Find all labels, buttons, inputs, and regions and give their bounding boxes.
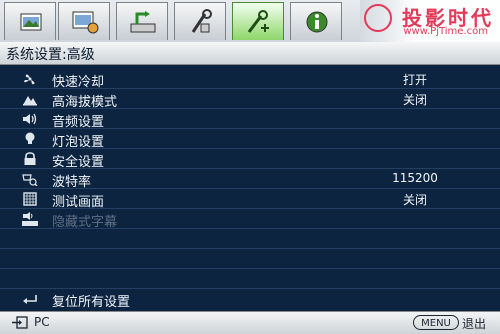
settings-menu: 快速冷却 打开 高海拔模式 关闭 音频设置 灯泡设置 安全设置 波特率 1152… bbox=[0, 65, 500, 311]
menu-item-label: 高海拔模式 bbox=[52, 95, 118, 110]
menu-item-value: 115200 bbox=[392, 171, 438, 185]
menu-item-high-altitude[interactable]: 高海拔模式 关闭 bbox=[0, 89, 500, 110]
watermark-url: www.PjTime.com bbox=[403, 26, 488, 37]
closed-caption-icon bbox=[22, 212, 38, 226]
tab-picture[interactable] bbox=[4, 2, 56, 40]
tab-picture-advanced[interactable] bbox=[58, 2, 110, 40]
source-icon bbox=[130, 11, 156, 33]
menu-item-lamp-settings[interactable]: 灯泡设置 bbox=[0, 129, 500, 150]
serial-port-icon bbox=[22, 174, 38, 186]
menu-item-quick-cooling[interactable]: 快速冷却 打开 bbox=[0, 69, 500, 90]
watermark-logo: 投影时代 www.PjTime.com bbox=[360, 0, 500, 42]
menu-item-value: 关闭 bbox=[402, 93, 427, 107]
mountain-icon bbox=[23, 96, 37, 106]
menu-item-security-settings[interactable]: 安全设置 bbox=[0, 149, 500, 170]
lock-icon bbox=[24, 152, 36, 165]
tab-bar: 投影时代 www.PjTime.com bbox=[0, 0, 500, 42]
menu-item-audio-settings[interactable]: 音频设置 bbox=[0, 109, 500, 130]
menu-empty-row bbox=[0, 269, 500, 289]
tab-system-setup-basic[interactable] bbox=[174, 2, 226, 40]
menu-item-label: 波特率 bbox=[52, 175, 92, 190]
menu-item-label: 灯泡设置 bbox=[52, 135, 105, 150]
menu-item-test-pattern[interactable]: 测试画面 关闭 bbox=[0, 189, 500, 210]
page-title: 系统设置:高级 bbox=[6, 47, 95, 63]
menu-empty-row bbox=[0, 229, 500, 249]
menu-button[interactable]: MENU bbox=[413, 315, 459, 330]
information-icon bbox=[306, 11, 328, 33]
lightbulb-icon bbox=[25, 132, 35, 144]
menu-item-value: 关闭 bbox=[402, 193, 427, 207]
fan-icon bbox=[24, 74, 35, 85]
tab-information[interactable] bbox=[290, 2, 342, 40]
tab-system-setup-advanced[interactable] bbox=[232, 2, 284, 40]
return-arrow-icon bbox=[23, 295, 37, 304]
exit-label: 退出 bbox=[462, 317, 487, 331]
menu-item-value: 打开 bbox=[402, 73, 427, 87]
speaker-icon bbox=[23, 113, 37, 125]
menu-item-label: 音频设置 bbox=[52, 115, 105, 130]
menu-item-label: 隐藏式字幕 bbox=[52, 215, 118, 230]
input-source-icon bbox=[12, 316, 28, 329]
menu-empty-row bbox=[0, 249, 500, 269]
system-setup-basic-icon bbox=[191, 9, 212, 33]
test-pattern-icon bbox=[23, 192, 37, 206]
logo-ring-icon bbox=[364, 4, 392, 32]
menu-item-label: 快速冷却 bbox=[52, 75, 105, 90]
menu-item-label: 安全设置 bbox=[52, 155, 105, 170]
status-bar: PC MENU 退出 bbox=[0, 311, 500, 334]
menu-item-baud-rate[interactable]: 波特率 115200 bbox=[0, 169, 500, 190]
tab-source[interactable] bbox=[116, 2, 168, 40]
page-title-bar: 系统设置:高级 bbox=[0, 42, 500, 65]
system-setup-advanced-icon bbox=[247, 10, 269, 33]
menu-item-label: 复位所有设置 bbox=[52, 295, 131, 310]
menu-item-closed-caption: 隐藏式字幕 bbox=[0, 209, 500, 230]
menu-item-label: 测试画面 bbox=[52, 195, 105, 210]
picture-advanced-icon bbox=[72, 11, 99, 34]
picture-icon bbox=[20, 13, 42, 31]
menu-item-reset-all[interactable]: 复位所有设置 bbox=[0, 289, 500, 310]
input-source-label: PC bbox=[34, 315, 50, 329]
